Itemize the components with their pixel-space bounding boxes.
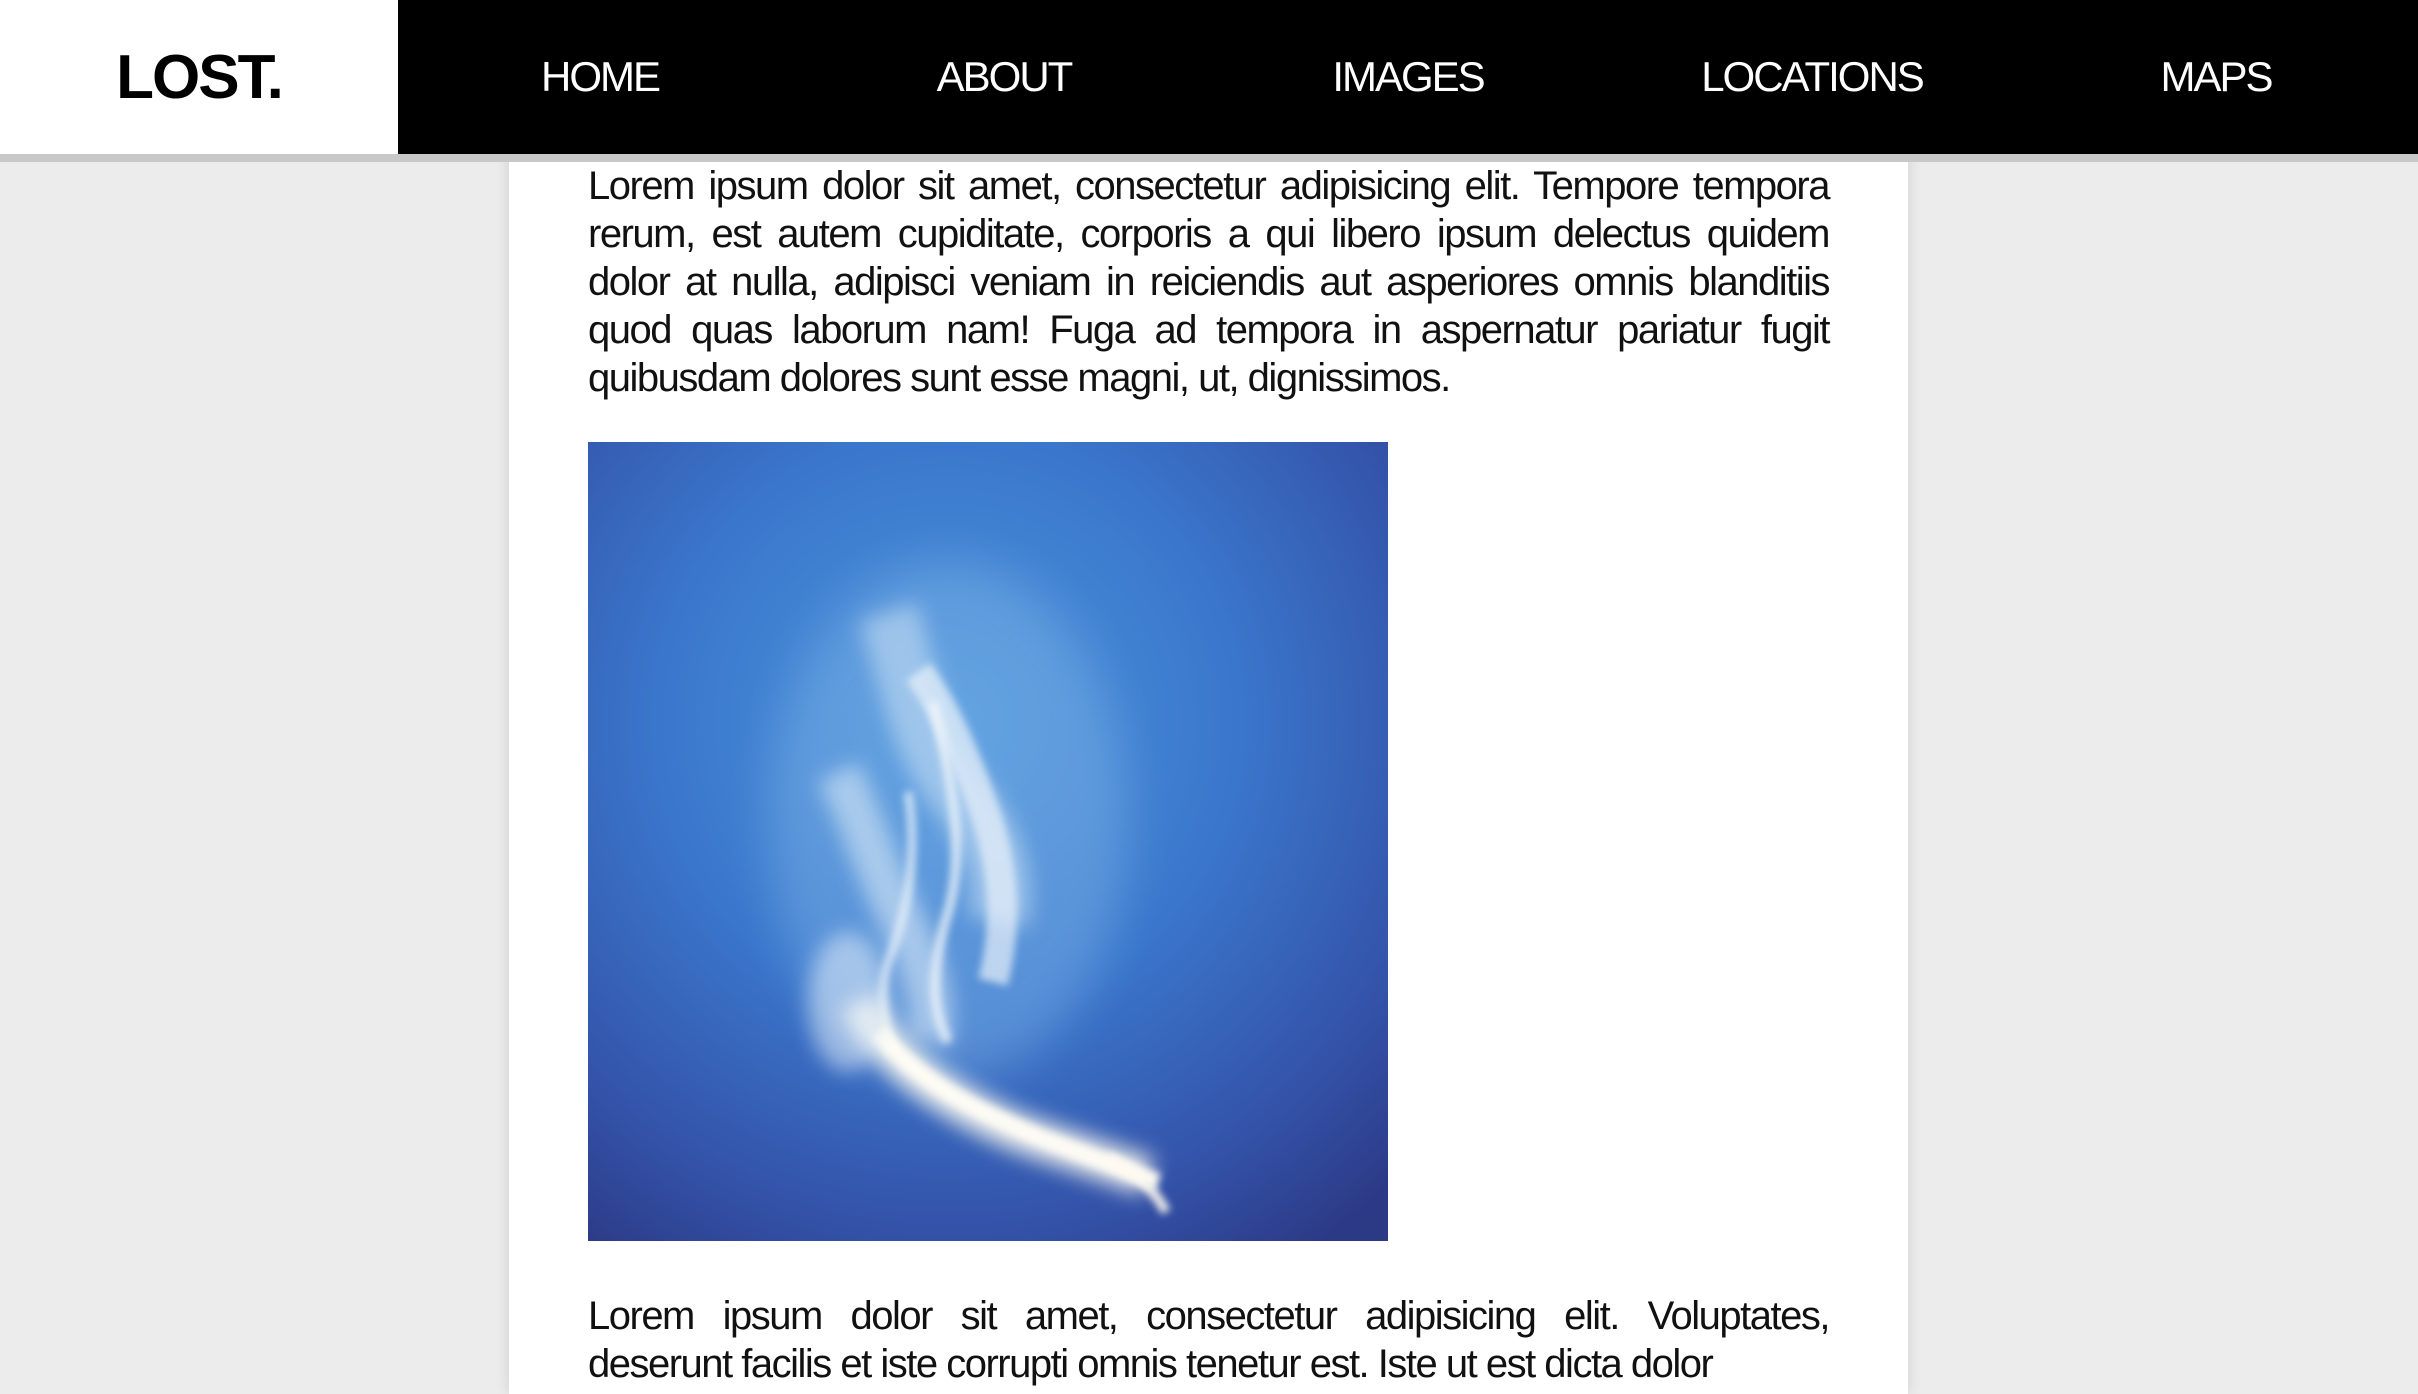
logo-container: LOST. bbox=[0, 0, 398, 154]
main-nav: HOME ABOUT IMAGES LOCATIONS MAPS bbox=[398, 0, 2418, 154]
nav-images[interactable]: IMAGES bbox=[1206, 0, 1610, 154]
header-divider bbox=[0, 154, 2418, 162]
nav-home[interactable]: HOME bbox=[398, 0, 802, 154]
intro-paragraph: Lorem ipsum dolor sit amet, consectetur … bbox=[588, 164, 1831, 400]
cloud-photo bbox=[588, 442, 1388, 1241]
site-logo[interactable]: LOST. bbox=[116, 42, 284, 113]
site-header: LOST. HOME ABOUT IMAGES LOCATIONS MAPS bbox=[0, 0, 2418, 154]
nav-maps[interactable]: MAPS bbox=[2014, 0, 2418, 154]
content-column: Lorem ipsum dolor sit amet, consectetur … bbox=[509, 0, 1908, 1394]
second-paragraph: Lorem ipsum dolor sit amet, consectetur … bbox=[588, 1294, 1831, 1386]
nav-about[interactable]: ABOUT bbox=[802, 0, 1206, 154]
nav-locations[interactable]: LOCATIONS bbox=[1610, 0, 2014, 154]
